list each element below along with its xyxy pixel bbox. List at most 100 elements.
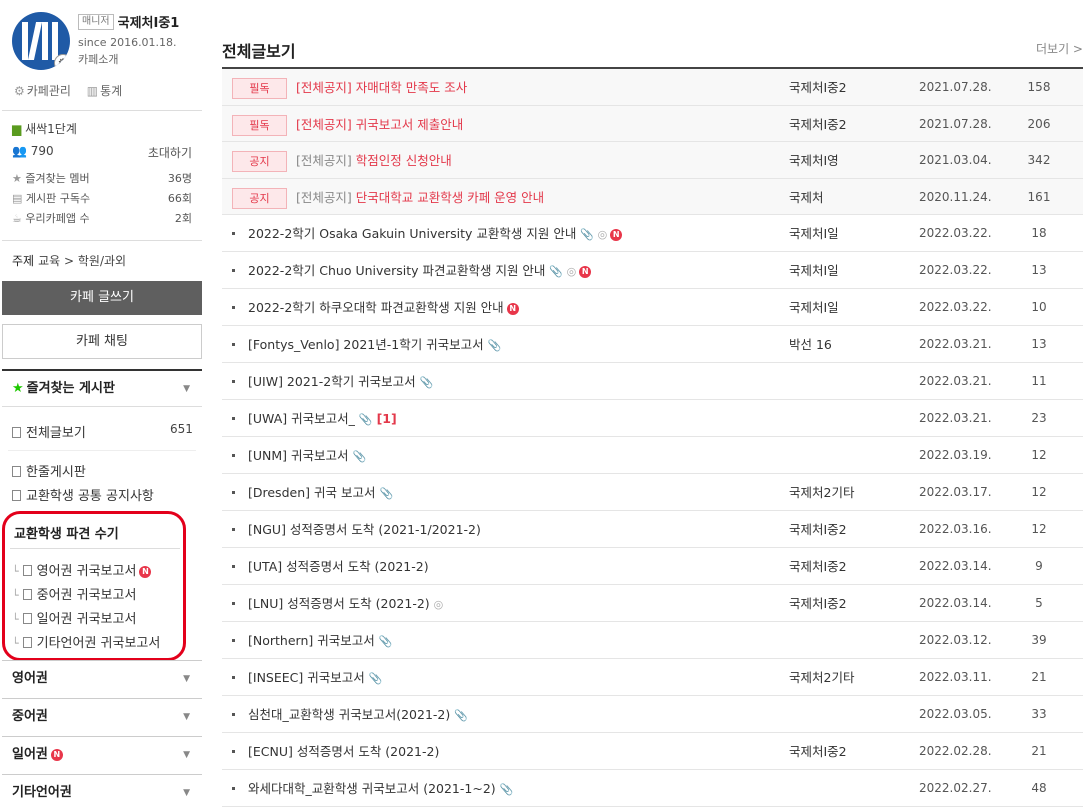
notice-title[interactable]: 단국대학교 교환학생 카페 운영 안내 <box>356 190 544 205</box>
cafe-intro-link[interactable]: 카페소개 <box>78 51 179 67</box>
stats-link[interactable]: ▥ 통계 <box>87 84 128 98</box>
category-chinese[interactable]: 중어권 ▼ <box>2 698 202 735</box>
post-row[interactable]: [Fontys_Venlo] 2021년-1학기 귀국보고서 📎 박선 16 2022… <box>222 326 1083 363</box>
post-author[interactable]: 국제처I중2 <box>789 585 847 622</box>
chevron-down-icon[interactable]: ▼ <box>183 371 190 407</box>
attachment-icon: 📎 ◎ <box>549 265 577 278</box>
cafe-logo[interactable]: ⚙ <box>12 12 70 70</box>
post-date: 2022.03.14. <box>919 596 992 610</box>
post-views: 206 <box>1027 116 1051 131</box>
gear-icon[interactable]: ⚙ <box>54 54 70 70</box>
menu-common-notice[interactable]: 교환학생 공통 공지사항 <box>12 485 154 504</box>
post-author[interactable]: 국제처I중2 <box>789 106 847 143</box>
post-row[interactable]: 2022-2학기 Chuo University 파견교환학생 지원 안내 📎 ◎… <box>222 252 1083 289</box>
topic-value: 교육 > 학원/과외 <box>38 254 127 268</box>
notice-row[interactable]: 공지 [전체공지] 학점인정 신청안내 국제처I영 2021.03.04. 342 <box>222 142 1083 179</box>
board-english-report[interactable]: └ 영어권 귀국보고서 N <box>12 560 152 579</box>
cafe-header: ⚙ 매니저 국제처I중1 since 2016.01.18. 카페소개 <box>12 10 202 70</box>
write-post-button[interactable]: 카페 글쓰기 <box>2 281 202 315</box>
member-count[interactable]: 790 <box>31 144 54 158</box>
post-author[interactable]: 국제처2기타 <box>789 474 854 511</box>
favorite-boards-header[interactable]: ★ 즐겨찾는 게시판 ▼ <box>2 369 202 407</box>
post-title[interactable]: 2022-2학기 Osaka Gakuin University 교환학생 지원… <box>248 226 576 241</box>
chevron-down-icon[interactable]: ▼ <box>183 661 190 697</box>
post-title[interactable]: 심천대_교환학생 귀국보고서(2021-2) <box>248 707 450 722</box>
board-chinese-report[interactable]: └ 중어권 귀국보고서 <box>12 584 136 603</box>
post-title[interactable]: [UTA] 성적증명서 도착 (2021-2) <box>248 559 429 574</box>
menu-oneline-board[interactable]: 한줄게시판 <box>12 461 86 480</box>
category-japanese[interactable]: 일어권 N ▼ <box>2 736 202 773</box>
post-author[interactable]: 국제처2기타 <box>789 659 854 696</box>
post-row[interactable]: [NGU] 성적증명서 도착 (2021-1/2021-2) 국제처I중2 2022… <box>222 511 1083 548</box>
invite-link[interactable]: 초대하기 <box>148 144 192 161</box>
post-title[interactable]: 2022-2학기 Chuo University 파견교환학생 지원 안내 <box>248 263 545 278</box>
new-badge: N <box>610 229 623 241</box>
category-label: 중어권 <box>12 709 48 724</box>
post-title[interactable]: [Northern] 귀국보고서 <box>248 633 375 648</box>
post-row[interactable]: [ECNU] 성적증명서 도착 (2021-2) 국제처I중2 2022.02.28… <box>222 733 1083 770</box>
attachment-icon: 📎 <box>358 413 373 426</box>
post-row[interactable]: [Dresden] 귀국 보고서 📎 국제처2기타 2022.03.17. 12 <box>222 474 1083 511</box>
post-author[interactable]: 국제처I일 <box>789 289 839 326</box>
post-author[interactable]: 국제처I중2 <box>789 69 847 106</box>
post-author[interactable]: 국제처I중2 <box>789 548 847 585</box>
cafe-chat-button[interactable]: 카페 채팅 <box>2 324 202 359</box>
post-views: 18 <box>1031 226 1047 240</box>
more-link[interactable]: 더보기 > <box>1036 40 1083 57</box>
star-icon: ★ <box>12 381 24 396</box>
post-author[interactable]: 국제처I일 <box>789 215 839 252</box>
post-title[interactable]: 2022-2학기 하쿠오대학 파견교환학생 지원 안내 <box>248 300 504 315</box>
post-author[interactable]: 박선 16 <box>789 326 832 363</box>
post-title[interactable]: 와세다대학_교환학생 귀국보고서 (2021-1~2) <box>248 781 496 796</box>
post-row[interactable]: [LNU] 성적증명서 도착 (2021-2) ◎ 국제처I중2 2022.03.14… <box>222 585 1083 622</box>
post-title[interactable]: [INSEEC] 귀국보고서 <box>248 670 365 685</box>
post-row[interactable]: [Northern] 귀국보고서 📎 2022.03.12. 39 <box>222 622 1083 659</box>
post-author[interactable]: 국제처I영 <box>789 142 839 179</box>
document-icon <box>22 589 32 600</box>
menu-all-posts[interactable]: 전체글보기 651 <box>12 422 193 441</box>
post-row[interactable]: 2022-2학기 Osaka Gakuin University 교환학생 지원… <box>222 215 1083 252</box>
post-author[interactable]: 국제처I중2 <box>789 733 847 770</box>
notice-row[interactable]: 필독 [전체공지] 귀국보고서 제출안내 국제처I중2 2021.07.28. 2… <box>222 105 1083 143</box>
cup-icon: ☕ <box>12 212 22 225</box>
post-row[interactable]: 2022-2학기 하쿠오대학 파견교환학생 지원 안내 N 국제처I일 2022.03… <box>222 289 1083 326</box>
board-japanese-report[interactable]: └ 일어권 귀국보고서 <box>12 608 136 627</box>
post-row[interactable]: [UWA] 귀국보고서_ 📎 [1] 2022.03.21. 23 <box>222 400 1083 437</box>
bar-chart-icon: ▥ <box>86 84 99 98</box>
post-title[interactable]: [ECNU] 성적증명서 도착 (2021-2) <box>248 744 439 759</box>
category-other[interactable]: 기타언어권 ▼ <box>2 774 202 811</box>
post-row[interactable]: [UIW] 2021-2학기 귀국보고서 📎 2022.03.21. 11 <box>222 363 1083 400</box>
post-author[interactable]: 국제처I일 <box>789 252 839 289</box>
post-title[interactable]: [Fontys_Venlo] 2021년-1학기 귀국보고서 <box>248 337 484 352</box>
cafe-name[interactable]: 국제처I중1 <box>118 16 180 31</box>
chevron-down-icon[interactable]: ▼ <box>183 699 190 735</box>
post-title[interactable]: [UWA] 귀국보고서_ <box>248 411 355 426</box>
post-row[interactable]: [UNM] 귀국보고서 📎 2022.03.19. 12 <box>222 437 1083 474</box>
post-views: 21 <box>1031 744 1047 758</box>
post-author[interactable]: 국제처 <box>789 179 824 216</box>
cafe-admin-link[interactable]: ⚙ 카페관리 <box>14 84 77 98</box>
chevron-down-icon[interactable]: ▼ <box>183 737 190 773</box>
notice-row[interactable]: 공지 [전체공지] 단국대학교 교환학생 카페 운영 안내 국제처 2020.11… <box>222 178 1083 216</box>
comment-count[interactable]: [1] <box>377 411 397 426</box>
notice-row[interactable]: 필독 [전체공지] 자매대학 만족도 조사 국제처I중2 2021.07.28. … <box>222 69 1083 106</box>
post-title[interactable]: [LNU] 성적증명서 도착 (2021-2) <box>248 596 430 611</box>
post-title[interactable]: [Dresden] 귀국 보고서 <box>248 485 375 500</box>
post-row[interactable]: [UTA] 성적증명서 도착 (2021-2) 국제처I중2 2022.03.14.… <box>222 548 1083 585</box>
notice-title[interactable]: 귀국보고서 제출안내 <box>356 117 463 132</box>
post-row[interactable]: 심천대_교환학생 귀국보고서(2021-2) 📎 2022.03.05. 33 <box>222 696 1083 733</box>
post-title[interactable]: [UNM] 귀국보고서 <box>248 448 349 463</box>
post-row[interactable]: 와세다대학_교환학생 귀국보고서 (2021-1~2) 📎 2022.02.27. 4… <box>222 770 1083 807</box>
app-count: 2회 <box>174 212 192 225</box>
category-english[interactable]: 영어권 ▼ <box>2 660 202 697</box>
notice-title[interactable]: 학점인정 신청안내 <box>356 153 452 168</box>
board-other-report[interactable]: └ 기타언어권 귀국보고서 <box>12 632 160 651</box>
post-author[interactable]: 국제처I중2 <box>789 511 847 548</box>
post-title[interactable]: [NGU] 성적증명서 도착 (2021-1/2021-2) <box>248 522 481 537</box>
notice-title[interactable]: 자매대학 만족도 조사 <box>356 80 467 95</box>
post-views: 11 <box>1031 374 1047 388</box>
post-date: 2022.03.14. <box>919 559 992 573</box>
chevron-down-icon[interactable]: ▼ <box>183 775 190 811</box>
post-title[interactable]: [UIW] 2021-2학기 귀국보고서 <box>248 374 416 389</box>
post-row[interactable]: [INSEEC] 귀국보고서 📎 국제처2기타 2022.03.11. 21 <box>222 659 1083 696</box>
